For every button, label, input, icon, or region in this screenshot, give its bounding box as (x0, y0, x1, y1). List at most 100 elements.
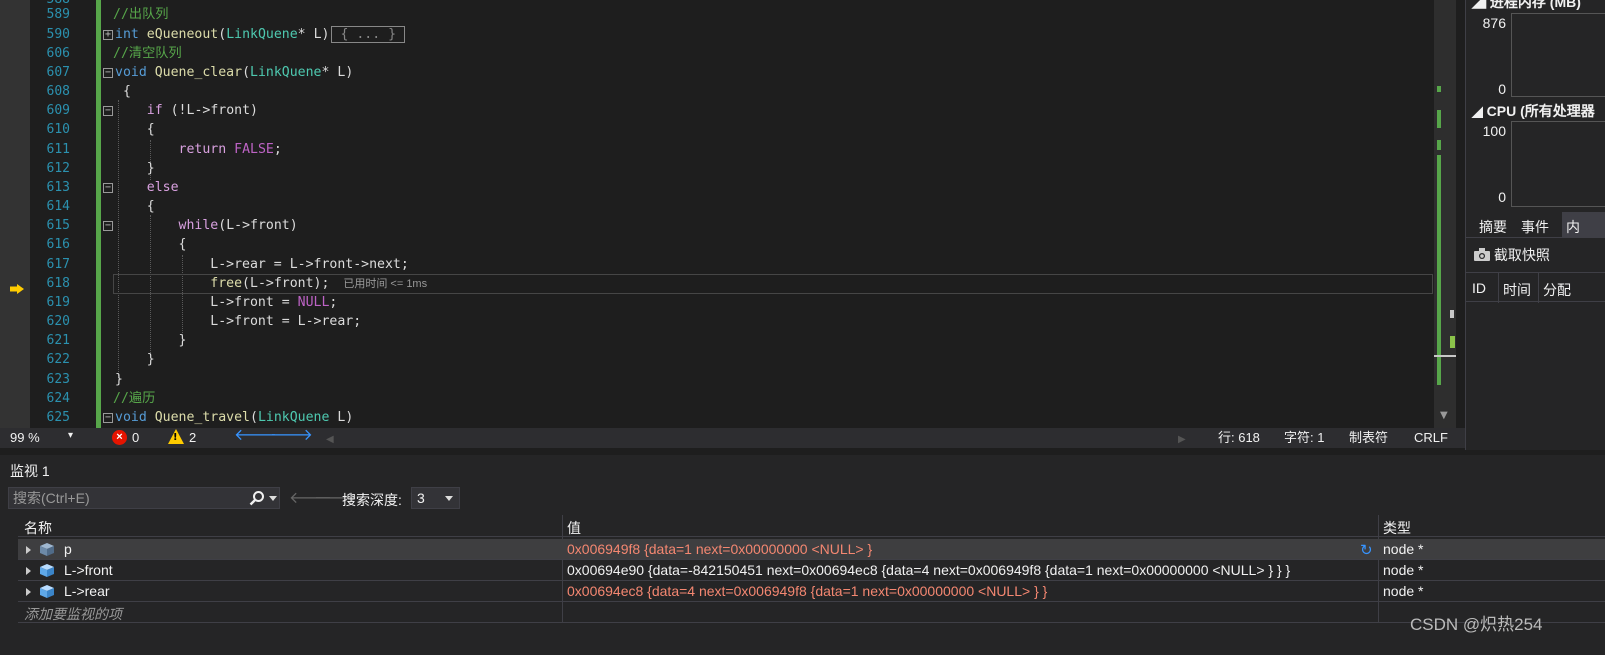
snapshot-columns: ID 时间 分配 (1466, 272, 1605, 303)
collapse-icon[interactable]: − (103, 68, 113, 78)
tab-summary[interactable]: 摘要 (1479, 217, 1507, 237)
code-text: { (115, 199, 155, 214)
watch-name: L->front (64, 562, 113, 578)
code-line: 625 − void Quene_travel(LinkQuene L) (30, 408, 1475, 428)
code-text: int eQueneout(LinkQuene* L){ ... } (115, 25, 406, 45)
code-text: while(L->front) (178, 218, 298, 233)
collapse-icon[interactable]: − (103, 221, 113, 231)
watch-row[interactable]: L->front 0x00694e90 {data=-842150451 nex… (18, 560, 1605, 581)
memory-header[interactable]: ◢ 进程内存 (MB) (1472, 0, 1581, 12)
chevron-down-icon (445, 496, 453, 501)
code-comment: //出队列 (113, 7, 169, 22)
line-number: 611 (46, 142, 70, 157)
variable-icon (40, 564, 54, 577)
code-line: 609 − if (!L->front) (30, 101, 1475, 121)
code-comment: //清空队列 (113, 46, 182, 61)
code-line: 622 } (30, 350, 1475, 370)
tab-events[interactable]: 事件 (1521, 217, 1549, 237)
scroll-thumb[interactable] (1434, 355, 1456, 357)
variable-icon (40, 585, 54, 598)
code-text: } (115, 161, 155, 176)
change-marker (96, 178, 101, 198)
code-text: if (!L->front) (146, 103, 258, 118)
expand-icon[interactable]: + (103, 30, 113, 40)
search-depth-dropdown[interactable]: 3 (411, 487, 460, 509)
code-line: 606 //清空队列 (30, 44, 1475, 64)
code-text: { (115, 237, 187, 252)
search-input[interactable] (13, 489, 233, 507)
watermark: CSDN @炽热254 (1410, 615, 1543, 634)
snapshot-label: 截取快照 (1493, 247, 1550, 263)
change-marker (96, 140, 101, 160)
char-indicator: 字符: 1 (1284, 430, 1325, 445)
code-line: 624 //遍历 (30, 389, 1475, 409)
vertical-scrollbar[interactable]: ▼ (1434, 0, 1456, 433)
error-icon[interactable]: × (112, 430, 127, 445)
col-type-header[interactable]: 类型 (1383, 518, 1411, 538)
change-marker (96, 274, 101, 294)
line-number: 590 (46, 27, 70, 42)
snapshot-button[interactable]: 截取快照 (1474, 245, 1550, 265)
collapsed-block[interactable]: { ... } (331, 26, 406, 43)
collapse-icon[interactable]: − (103, 183, 113, 193)
cpu-graph (1511, 121, 1605, 207)
code-line: 613 − else (30, 178, 1475, 198)
watch-title[interactable]: 监视 1 (10, 461, 50, 481)
scroll-marker (1450, 336, 1455, 348)
hscroll-left-icon[interactable]: ◀ (326, 432, 334, 448)
code-editor[interactable]: 588 589 //出队列 590 + int eQueneout(LinkQu… (0, 0, 1490, 433)
warning-icon[interactable]: ! (168, 429, 184, 444)
change-marker (96, 389, 101, 409)
collapse-icon[interactable]: − (103, 413, 113, 423)
expand-arrow-icon[interactable] (26, 567, 31, 575)
change-marker (96, 63, 101, 83)
code-line: 620 L->front = L->rear; (30, 312, 1475, 332)
col-time[interactable]: 时间 (1498, 273, 1531, 303)
code-line: 611 return FALSE; (30, 140, 1475, 160)
hscroll-right-icon[interactable]: ▶ (1178, 432, 1186, 448)
col-id[interactable]: ID (1472, 280, 1486, 296)
variable-icon (40, 543, 54, 556)
warning-count[interactable]: 2 (189, 430, 196, 446)
watch-value[interactable]: 0x00694e90 {data=-842150451 next=0x00694… (567, 562, 1290, 578)
add-watch-row[interactable]: 添加要监视的项 (18, 602, 1605, 623)
search-depth-label: 搜索深度: (342, 492, 402, 508)
error-count[interactable]: 0 (132, 430, 139, 446)
col-value-header[interactable]: 值 (567, 518, 581, 538)
navigate-forward-icon[interactable]: 🡒 (270, 428, 313, 444)
zoom-dropdown[interactable]: 99 % ▾ (8, 429, 80, 446)
refresh-icon[interactable]: ↻ (1360, 541, 1373, 559)
chevron-down-icon[interactable] (269, 496, 277, 501)
cpu-max: 100 (1482, 123, 1506, 139)
col-name-header[interactable]: 名称 (24, 518, 52, 538)
watch-type: node * (1383, 583, 1424, 599)
glyph-margin[interactable] (0, 0, 30, 433)
scroll-down-arrow-icon[interactable]: ▼ (1440, 410, 1448, 421)
expand-arrow-icon[interactable] (26, 588, 31, 596)
cpu-header[interactable]: ◢ CPU (所有处理器 (1472, 101, 1595, 121)
add-watch-placeholder[interactable]: 添加要监视的项 (24, 604, 122, 624)
change-marker (96, 331, 101, 351)
code-text: { (115, 122, 155, 137)
search-box[interactable] (8, 487, 280, 509)
col-alloc[interactable]: 分配 (1538, 273, 1571, 303)
watch-row[interactable]: p 0x006949f8 {data=1 next=0x00000000 <NU… (18, 539, 1605, 560)
watch-value[interactable]: 0x00694ec8 {data=4 next=0x006949f8 {data… (567, 583, 1047, 599)
collapse-icon[interactable]: − (103, 106, 113, 116)
indent-mode[interactable]: 制表符 (1349, 430, 1388, 446)
line-ending[interactable]: CRLF (1414, 430, 1448, 446)
line-number: 618 (46, 276, 70, 291)
change-marker (96, 350, 101, 370)
expand-arrow-icon[interactable] (26, 546, 31, 554)
change-marker (96, 235, 101, 255)
code-line: 607 − void Quene_clear(LinkQuene* L) (30, 63, 1475, 83)
code-line: 617 L->rear = L->front->next; (30, 255, 1475, 275)
code-text: void Quene_travel(LinkQuene L) (115, 410, 354, 425)
line-number: 625 (46, 410, 70, 425)
watch-row[interactable]: L->rear 0x00694ec8 {data=4 next=0x006949… (18, 581, 1605, 602)
watch-value[interactable]: 0x006949f8 {data=1 next=0x00000000 <NULL… (567, 541, 872, 557)
search-icon[interactable] (249, 490, 265, 506)
change-marker (96, 370, 101, 390)
watch-window: 监视 1 🡐 🡒 搜索深度: 3 名称 值 类型 p 0 (0, 455, 1605, 655)
tab-memory[interactable]: 内 (1562, 212, 1605, 237)
